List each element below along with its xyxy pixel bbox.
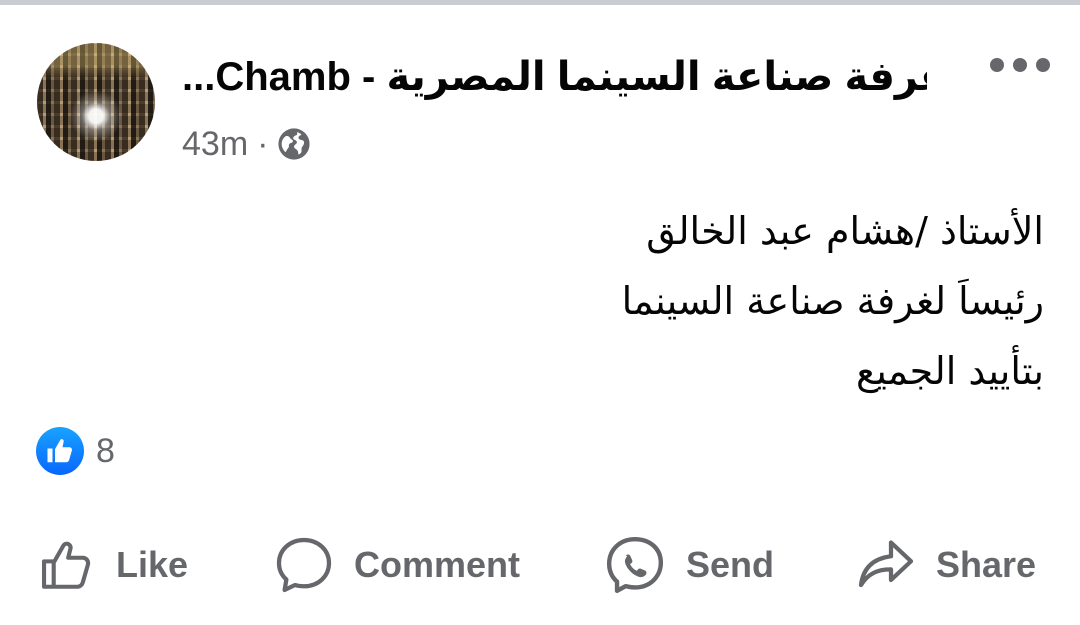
send-button[interactable]: Send (604, 530, 774, 600)
more-options-button[interactable] (990, 52, 1050, 78)
share-arrow-icon (858, 540, 914, 588)
messenger-icon (606, 536, 664, 594)
post-line: الأستاذ /هشام عبد الخالق (646, 209, 1044, 253)
comment-bubble-icon (276, 537, 332, 593)
post-line: بتأييد الجميع (855, 349, 1044, 393)
globe-icon[interactable] (277, 127, 311, 161)
post-line: رئيساَ لغرفة صناعة السينما (621, 279, 1044, 323)
page-name[interactable]: غرفة صناعة السينما المصرية - Chamb... (182, 52, 927, 102)
more-dot (1013, 58, 1027, 72)
comment-label: Comment (354, 544, 521, 585)
thumbs-up-icon (47, 439, 72, 463)
action-bar: Like Comment Send Share (0, 530, 1080, 600)
share-button[interactable]: Share (856, 530, 1036, 600)
thumbs-up-icon (41, 541, 91, 589)
reaction-summary[interactable]: 8 (36, 426, 115, 476)
page-avatar[interactable] (37, 43, 155, 161)
like-label: Like (116, 544, 189, 585)
post-body: الأستاذ /هشام عبد الخالق رئيساَ لغرفة صن… (144, 196, 1044, 406)
post-time[interactable]: 43m (182, 125, 248, 164)
top-divider (0, 0, 1080, 5)
post-meta: 43m · (182, 122, 311, 166)
send-label: Send (686, 544, 775, 585)
like-reaction-icon (36, 427, 84, 475)
more-dot (1036, 58, 1050, 72)
page-name-text: غرفة صناعة السينما المصرية - Chamb... (182, 55, 927, 99)
comment-button[interactable]: Comment (274, 530, 520, 600)
reaction-count: 8 (96, 431, 115, 470)
like-button[interactable]: Like (38, 530, 188, 600)
more-dot (990, 58, 1004, 72)
meta-separator: · (257, 124, 269, 163)
share-label: Share (936, 544, 1037, 585)
facebook-post: غرفة صناعة السينما المصرية - Chamb... 43… (0, 0, 1080, 625)
